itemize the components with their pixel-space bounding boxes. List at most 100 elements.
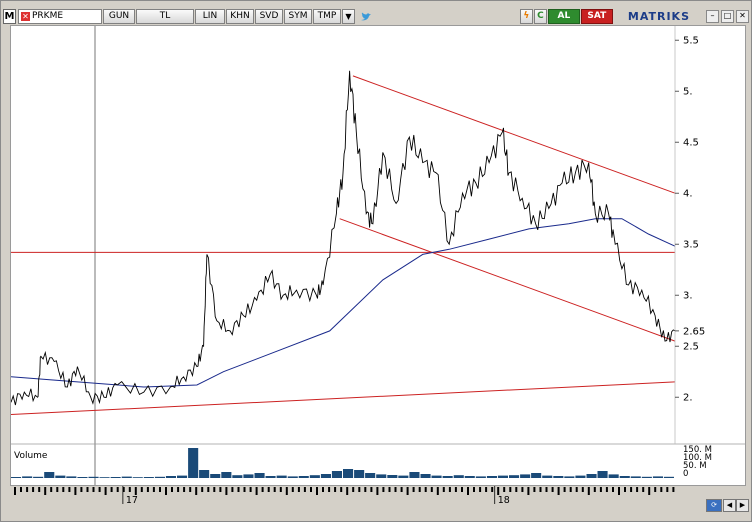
time-tick-mark <box>322 487 324 492</box>
minimize-icon[interactable]: – <box>706 10 719 23</box>
price-tick-label: 3. <box>683 291 693 302</box>
scroll-right-icon[interactable]: ▶ <box>736 499 749 512</box>
refresh-icon[interactable]: C <box>533 9 547 24</box>
lightning-icon[interactable]: ϟ <box>519 9 533 24</box>
year-tick-label: 18 <box>498 495 510 506</box>
time-tick-mark <box>303 487 306 492</box>
template-dropdown-icon[interactable]: ▼ <box>342 9 355 24</box>
time-tick-mark <box>479 487 482 492</box>
close-window-icon[interactable]: ✕ <box>736 10 749 23</box>
time-tick-mark <box>418 487 421 492</box>
volume-bar <box>398 475 409 478</box>
volume-bar <box>597 471 608 478</box>
time-tick-mark <box>636 487 639 492</box>
volume-bar <box>564 476 575 478</box>
time-tick-mark <box>297 487 300 492</box>
volume-bar <box>199 470 210 478</box>
time-tick-mark <box>388 487 391 492</box>
volume-label: Volume <box>14 451 48 461</box>
price-tick-label: 5.5 <box>683 36 699 47</box>
volume-bar <box>343 469 354 478</box>
volume-bar <box>509 475 520 478</box>
volume-bar <box>354 470 365 478</box>
volume-bar <box>575 475 586 478</box>
trendline-1[interactable] <box>10 381 676 416</box>
time-tick-mark <box>159 487 161 492</box>
price-series <box>10 70 676 406</box>
symbol-label: PRKME <box>32 11 64 21</box>
time-tick-mark <box>225 487 228 495</box>
price-tick-label: 2.65 <box>683 326 705 337</box>
time-axis-panel: 17 18 ⟳ ◀ ▶ <box>10 486 749 519</box>
close-symbol-icon[interactable]: ✕ <box>21 12 30 21</box>
time-tick-mark <box>497 487 500 495</box>
price-tick-label: 2. <box>683 393 693 404</box>
time-tick-mark <box>630 487 633 492</box>
volume-bar <box>520 474 531 478</box>
tmp-button[interactable]: TMP <box>313 9 341 24</box>
time-tick-mark <box>14 487 16 495</box>
time-tick-mark <box>26 487 29 492</box>
time-tick-mark <box>219 487 222 492</box>
time-tick-mark <box>32 487 35 492</box>
time-tick-mark <box>473 487 475 492</box>
time-tick-mark <box>116 487 119 492</box>
twitter-icon[interactable] <box>360 11 372 23</box>
volume-bar <box>265 476 276 478</box>
chart-area[interactable]: 5.5 5. 4.5 4. 3.5 3. 2.65 2.5 2. Volume 150. M 10… <box>10 25 746 486</box>
time-tick-mark <box>152 487 155 492</box>
time-tick-mark <box>642 487 645 492</box>
time-tick-mark <box>110 487 113 492</box>
time-tick-mark <box>521 487 524 492</box>
moving-average-line <box>10 218 676 388</box>
period-button[interactable]: GUN <box>103 9 135 24</box>
time-tick-mark <box>376 487 379 495</box>
maximize-icon[interactable]: □ <box>721 10 734 23</box>
time-tick-mark <box>557 487 560 495</box>
linear-scale-button[interactable]: LIN <box>195 9 225 24</box>
time-tick-mark <box>267 487 270 492</box>
time-tick-mark <box>334 487 337 492</box>
volume-bar <box>232 475 243 478</box>
volume-bar <box>99 477 110 478</box>
sync-icon[interactable]: ⟳ <box>706 499 722 512</box>
time-tick-mark <box>352 487 355 492</box>
volume-bar <box>331 471 342 478</box>
volume-bar <box>442 476 453 478</box>
time-ticks: 17 18 <box>14 486 675 506</box>
khn-button[interactable]: KHN <box>226 9 254 24</box>
time-tick-mark <box>430 487 433 492</box>
volume-bar <box>221 472 232 478</box>
time-tick-mark <box>569 487 572 492</box>
time-tick-mark <box>285 487 288 495</box>
time-tick-mark <box>412 487 415 492</box>
volume-bar <box>542 475 553 478</box>
time-tick-mark <box>291 487 294 492</box>
volume-bar <box>387 475 398 478</box>
time-tick-mark <box>243 487 246 492</box>
symbol-box[interactable]: ✕ PRKME <box>18 9 102 24</box>
buy-button[interactable]: AL <box>547 9 580 24</box>
price-tick-label: 3.5 <box>683 240 699 251</box>
price-chart[interactable]: 5.5 5. 4.5 4. 3.5 3. 2.65 2.5 2. Volume 150. M10… <box>10 26 745 485</box>
brand-logo: MATRIKS <box>627 10 690 23</box>
trendline-3[interactable] <box>339 218 676 342</box>
scroll-left-icon[interactable]: ◀ <box>723 499 736 512</box>
volume-bar <box>409 472 420 478</box>
svd-button[interactable]: SVD <box>255 9 283 24</box>
time-tick-mark <box>400 487 403 492</box>
time-tick-mark <box>201 487 204 492</box>
time-tick-mark <box>461 487 463 492</box>
volume-bar <box>44 472 55 478</box>
chart-window: M ✕ PRKME GUN TL LIN KHN SVD SYM TMP ▼ ϟ… <box>0 0 752 522</box>
time-tick-mark <box>364 487 367 492</box>
currency-button[interactable]: TL <box>136 9 194 24</box>
sym-button[interactable]: SYM <box>284 9 312 24</box>
volume-bar <box>309 475 320 478</box>
volume-bar <box>497 475 508 478</box>
volume-panel: Volume <box>11 448 674 478</box>
volume-bar <box>154 476 165 478</box>
sell-button[interactable]: SAT <box>580 9 613 24</box>
time-tick-mark <box>624 487 626 492</box>
volume-bar <box>177 475 188 478</box>
